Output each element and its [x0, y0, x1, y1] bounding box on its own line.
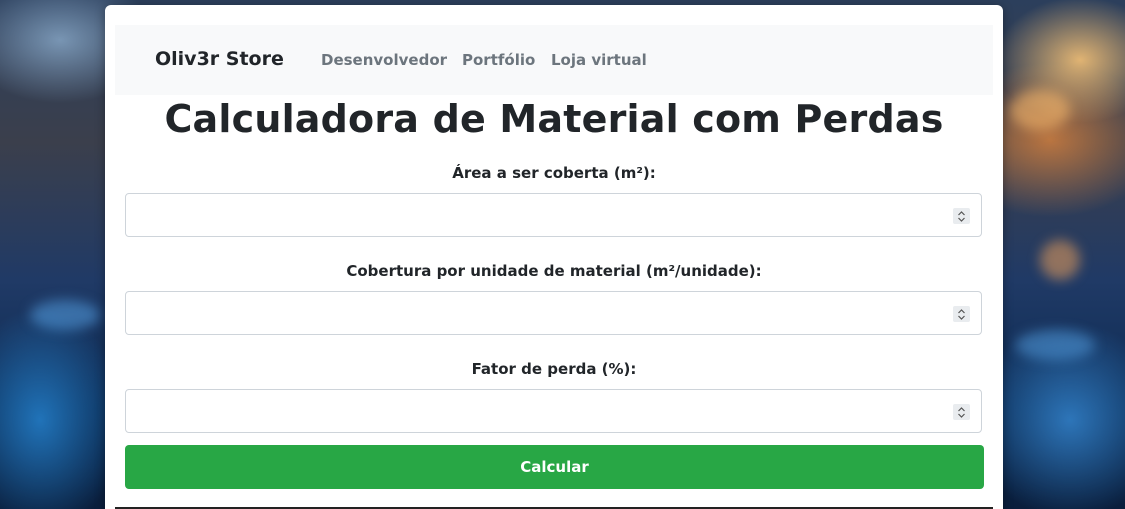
background-light — [1010, 90, 1070, 130]
background-light — [1040, 240, 1080, 280]
fator-perda-label: Fator de perda (%): — [471, 360, 637, 378]
nav-link-loja-virtual[interactable]: Loja virtual — [551, 51, 647, 69]
calcular-button[interactable]: Calcular — [125, 445, 984, 489]
background-light — [30, 300, 100, 330]
area-label: Área a ser coberta (m²): — [452, 164, 656, 182]
cobertura-label: Cobertura por unidade de material (m²/un… — [346, 262, 762, 280]
up-down-arrows-icon[interactable] — [953, 404, 970, 420]
up-down-arrows-icon[interactable] — [953, 306, 970, 322]
brand-link[interactable]: Oliv3r Store — [155, 48, 284, 70]
nav-link-portfolio[interactable]: Portfólio — [462, 51, 535, 69]
background-light — [1015, 330, 1095, 360]
fator-perda-input[interactable] — [125, 389, 982, 433]
area-input[interactable] — [125, 193, 982, 237]
nav-link-desenvolvedor[interactable]: Desenvolvedor — [321, 51, 447, 69]
main-card: Oliv3r Store Desenvolvedor Portfólio Loj… — [105, 5, 1003, 509]
page-title: Calculadora de Material com Perdas — [164, 97, 944, 141]
up-down-arrows-icon[interactable] — [953, 208, 970, 224]
navbar: Oliv3r Store Desenvolvedor Portfólio Loj… — [115, 25, 993, 95]
cobertura-input[interactable] — [125, 291, 982, 335]
